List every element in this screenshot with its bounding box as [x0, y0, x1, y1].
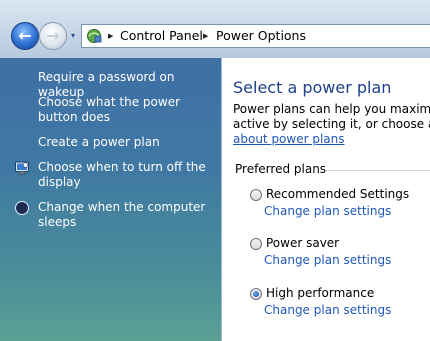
sidebar-item-create-plan[interactable]: Create a power plan: [38, 135, 216, 150]
change-plan-settings-link[interactable]: Change plan settings: [264, 204, 391, 218]
recent-pages-dropdown[interactable]: ▾: [67, 30, 79, 42]
control-panel-icon: [87, 29, 102, 43]
back-arrow-icon: ←: [18, 26, 32, 45]
breadcrumb[interactable]: ▶ Control Panel ▶ Power Options: [81, 24, 430, 48]
change-plan-settings-link[interactable]: Change plan settings: [264, 253, 391, 267]
main-content: Select a power plan Power plans can help…: [223, 58, 430, 341]
description-line-2: active by selecting it, or choose a plar: [233, 117, 430, 131]
display-icon: [15, 161, 29, 175]
radio-high-performance[interactable]: [250, 288, 262, 300]
address-bar-area: ← → ▾ ▶ Control Panel ▶ Power Options: [0, 0, 430, 58]
radio-power-saver[interactable]: [250, 238, 262, 250]
sidebar-item-power-button[interactable]: Choose what the power button does: [38, 95, 216, 125]
description-line-1: Power plans can help you maximize y: [233, 102, 430, 116]
task-pane: Require a password on wakeup Choose what…: [0, 58, 222, 341]
breadcrumb-power-options[interactable]: Power Options: [216, 25, 306, 47]
section-divider: [326, 170, 430, 171]
breadcrumb-separator[interactable]: ▶: [203, 25, 208, 47]
breadcrumb-separator[interactable]: ▶: [108, 25, 113, 47]
sidebar-item-turn-off-display[interactable]: Choose when to turn off the display: [38, 160, 216, 190]
radio-recommended-settings[interactable]: [250, 189, 262, 201]
about-power-plans-link[interactable]: about power plans: [233, 132, 345, 146]
plan-name-label[interactable]: High performance: [266, 286, 374, 300]
forward-arrow-icon: →: [46, 26, 60, 45]
page-title: Select a power plan: [233, 78, 392, 97]
section-heading-preferred-plans: Preferred plans: [235, 162, 327, 176]
plan-name-label[interactable]: Power saver: [266, 236, 339, 250]
back-button[interactable]: ←: [11, 22, 39, 50]
breadcrumb-control-panel[interactable]: Control Panel: [120, 25, 203, 47]
change-plan-settings-link[interactable]: Change plan settings: [264, 303, 391, 317]
sidebar-item-computer-sleeps[interactable]: Change when the computer sleeps: [38, 200, 216, 230]
moon-icon: [15, 201, 29, 215]
forward-button[interactable]: →: [39, 22, 67, 50]
plan-name-label[interactable]: Recommended Settings: [266, 187, 409, 201]
